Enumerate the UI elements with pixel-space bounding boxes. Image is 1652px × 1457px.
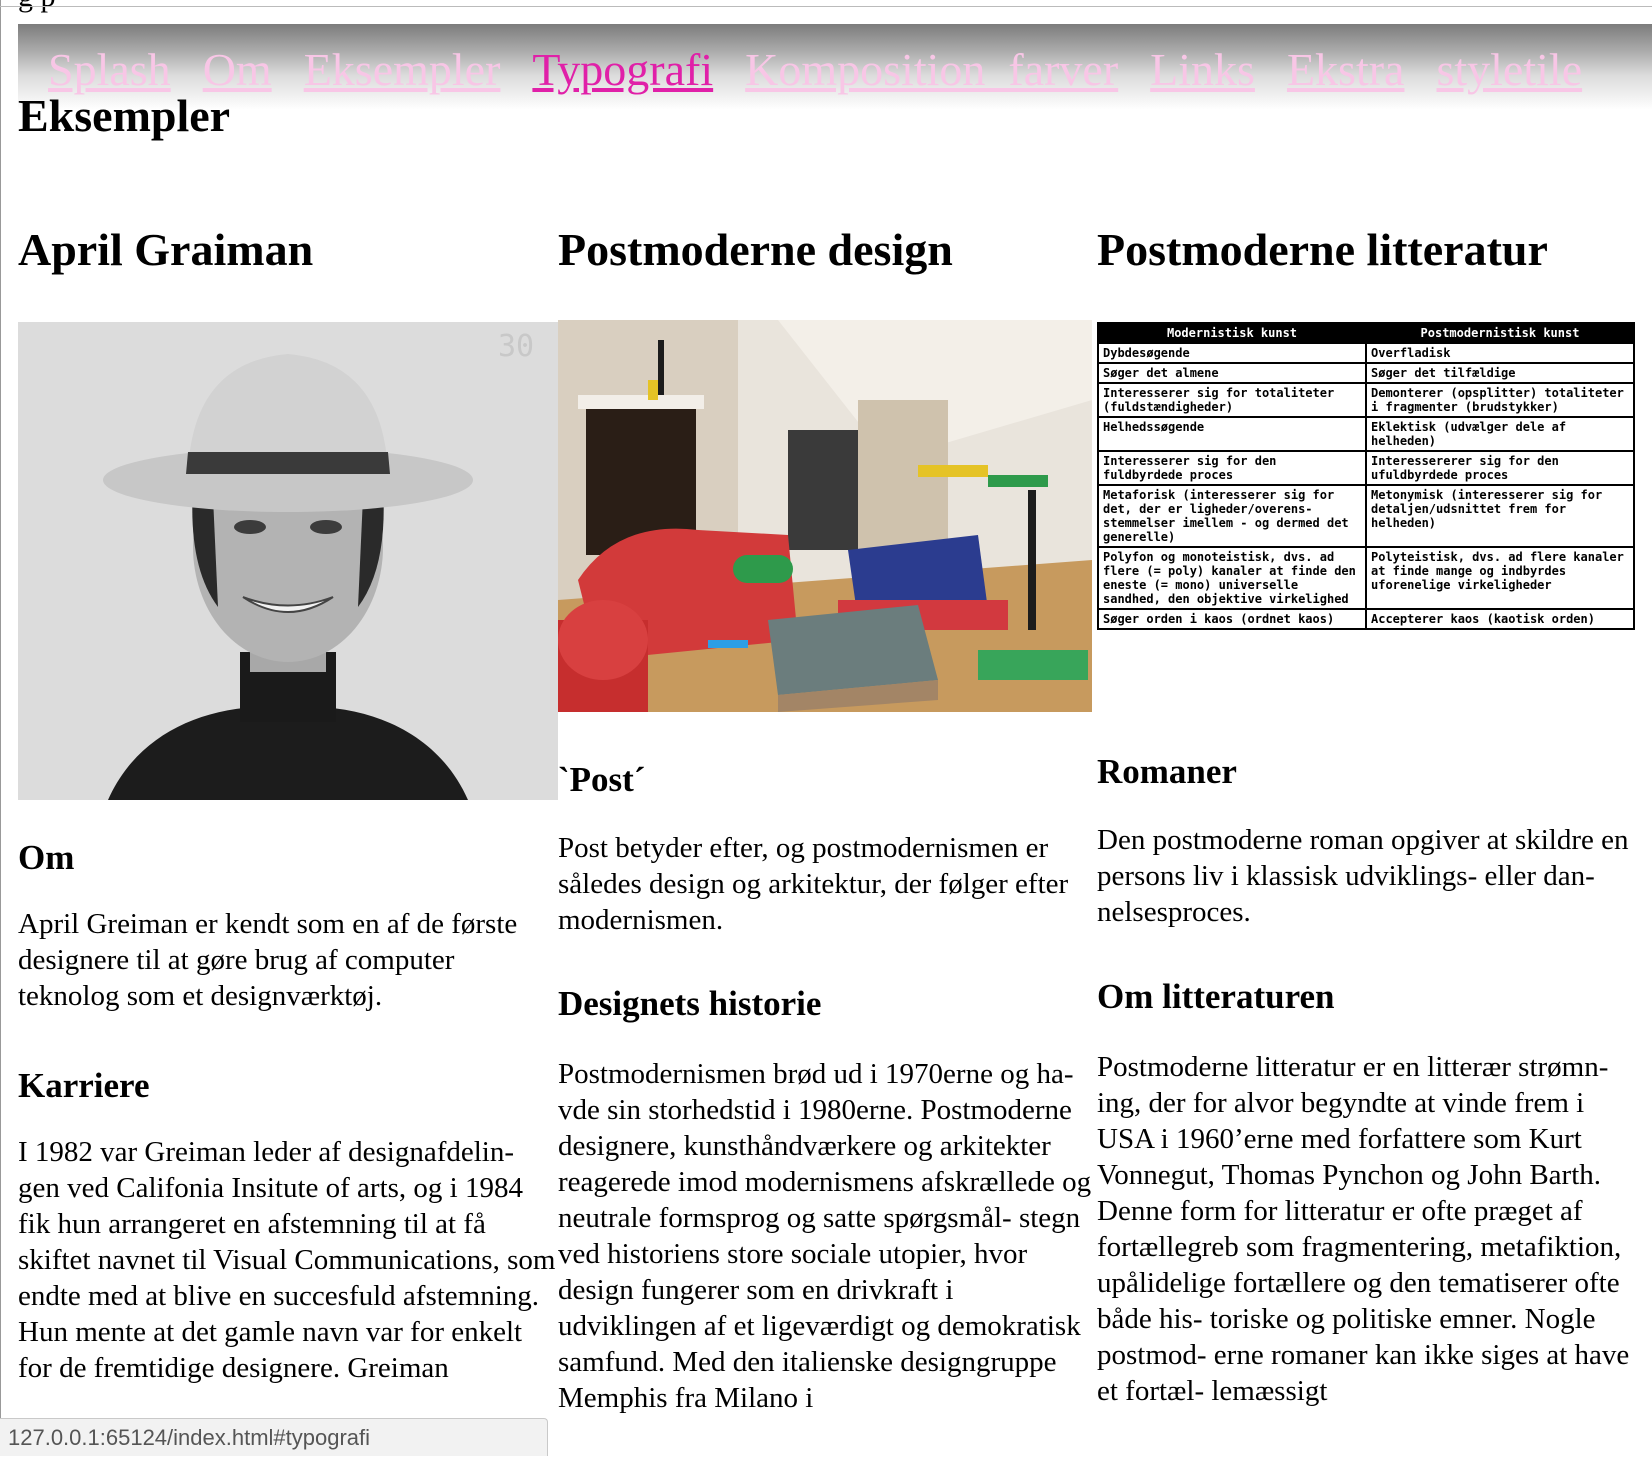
- section-text-om: April Greiman er kendt som en af de førs…: [18, 908, 518, 1012]
- table-row: Helhedssøgende Eklektisk (udvælger dele a…: [1097, 416, 1635, 452]
- nav-item-komposition: Komposition farver: [745, 44, 1118, 96]
- page-title: Eksempler: [18, 90, 231, 141]
- section-karriere: Karriere I 1982 var Greiman leder af des…: [18, 1064, 558, 1386]
- section-post: `Post´ Post betyder efter, og postmodern…: [558, 758, 1098, 938]
- nav-list: Splash Om Eksempler Typografi Kompositio…: [48, 44, 1610, 96]
- nav-link-eksempler[interactable]: Eksempler: [304, 44, 501, 95]
- nav-link-links[interactable]: Links: [1150, 44, 1255, 95]
- section-text-om-litteraturen: Postmoderne litteratur er en litterær st…: [1097, 1051, 1630, 1407]
- table-row: Polyfon og monoteistisk, dvs. ad flere (…: [1097, 546, 1635, 610]
- table-cell: Dybdesøgende: [1097, 342, 1367, 364]
- table-header-postmodernistisk: Postmodernistisk kunst: [1365, 322, 1635, 344]
- table-cell: Interessererer sig for den ufuldbyrdede …: [1365, 450, 1635, 486]
- table-row: Dybdesøgende Overfladisk: [1097, 342, 1635, 364]
- comparison-table: Modernistisk kunst Postmodernistisk kuns…: [1097, 322, 1635, 630]
- table-row: Søger orden i kaos (ordnet kaos) Accepter…: [1097, 608, 1635, 630]
- column-heading: Postmoderne design: [558, 224, 953, 275]
- table-cell: Accepterer kaos (kaotisk orden): [1365, 608, 1635, 630]
- section-text-post: Post betyder efter, og postmodernismen e…: [558, 832, 1069, 936]
- table-cell: Metaforisk (interesserer sig for det, de…: [1097, 484, 1367, 548]
- nav-link-styletile[interactable]: styletile: [1436, 44, 1582, 95]
- table-cell: Søger det tilfældige: [1365, 362, 1635, 384]
- nav-link-ekstra[interactable]: Ekstra: [1287, 44, 1405, 95]
- table-cell: Overfladisk: [1365, 342, 1635, 364]
- main-navigation: Splash Om Eksempler Typografi Kompositio…: [18, 24, 1652, 110]
- nav-item-typografi: Typografi: [532, 44, 713, 96]
- section-text-designets-historie: Postmodernismen brød ud i 1970erne og ha…: [558, 1058, 1092, 1414]
- table-cell: Interesserer sig for den fuldbyrdede pro…: [1097, 450, 1367, 486]
- window-left-edge: [0, 0, 1, 1456]
- nav-item-eksempler: Eksempler: [304, 44, 501, 96]
- table-cell: Polyfon og monoteistisk, dvs. ad flere (…: [1097, 546, 1367, 610]
- table-cell: Helhedssøgende: [1097, 416, 1367, 452]
- section-om-litteraturen: Om litteraturen Postmoderne litteratur e…: [1097, 975, 1637, 1409]
- section-heading-om: Om: [18, 838, 75, 877]
- top-divider: [0, 6, 1652, 7]
- nav-item-styletile: styletile: [1436, 44, 1582, 96]
- section-heading-designets-historie: Designets historie: [558, 984, 822, 1023]
- column-postmoderne-litteratur: Postmoderne litteratur: [1097, 220, 1637, 280]
- nav-item-links: Links: [1150, 44, 1255, 96]
- column-april-graiman: April Graiman: [18, 220, 558, 280]
- section-heading-post: `Post´: [558, 760, 646, 799]
- column-postmoderne-design: Postmoderne design: [558, 220, 1098, 280]
- table-cell: Interesserer sig for totaliteter (fuldst…: [1097, 382, 1367, 418]
- column-heading: Postmoderne litteratur: [1097, 224, 1548, 275]
- table-header-modernistisk: Modernistisk kunst: [1097, 322, 1367, 344]
- april-greiman-portrait-image: 30: [18, 322, 558, 800]
- table-cell: Søger orden i kaos (ordnet kaos): [1097, 608, 1367, 630]
- section-heading-romaner: Romaner: [1097, 752, 1237, 791]
- section-heading-om-litteraturen: Om litteraturen: [1097, 977, 1335, 1016]
- section-heading-karriere: Karriere: [18, 1066, 150, 1105]
- table-row: Interesserer sig for den fuldbyrdede pro…: [1097, 450, 1635, 486]
- comparison-table-image: Modernistisk kunst Postmodernistisk kuns…: [1097, 322, 1637, 704]
- portrait-illustration: 30: [18, 322, 558, 800]
- table-cell: Metonymisk (interesserer sig for detalje…: [1365, 484, 1635, 548]
- nav-link-typografi[interactable]: Typografi: [532, 44, 713, 95]
- table-cell: Demonterer (opsplitter) totaliteter i fr…: [1365, 382, 1635, 418]
- section-romaner: Romaner Den postmoderne roman opgiver at…: [1097, 750, 1637, 930]
- memphis-interior-image: [558, 320, 1092, 712]
- section-designets-historie: Designets historie Postmodernismen brød …: [558, 982, 1098, 1416]
- section-text-romaner: Den postmoderne roman opgiver at skildre…: [1097, 824, 1629, 928]
- section-om: Om April Greiman er kendt som en af de f…: [18, 836, 558, 1014]
- table-row: Metaforisk (interesserer sig for det, de…: [1097, 484, 1635, 548]
- table-cell: Eklektisk (udvælger dele af helheden): [1365, 416, 1635, 452]
- nav-link-komposition-farver[interactable]: Komposition farver: [745, 44, 1118, 95]
- table-row: Søger det almene Søger det tilfældige: [1097, 362, 1635, 384]
- table-cell: Polyteistisk, dvs. ad flere kanaler at f…: [1365, 546, 1635, 610]
- memphis-interior-illustration: [558, 320, 1092, 712]
- portrait-watermark: 30: [498, 329, 534, 364]
- nav-item-ekstra: Ekstra: [1287, 44, 1405, 96]
- section-text-karriere: I 1982 var Greiman leder af designafdeli…: [18, 1136, 556, 1384]
- table-cell: Søger det almene: [1097, 362, 1367, 384]
- status-bar-url: 127.0.0.1:65124/index.html#typografi: [0, 1418, 548, 1456]
- column-heading: April Graiman: [18, 224, 314, 275]
- table-row: Interesserer sig for totaliteter (fuldst…: [1097, 382, 1635, 418]
